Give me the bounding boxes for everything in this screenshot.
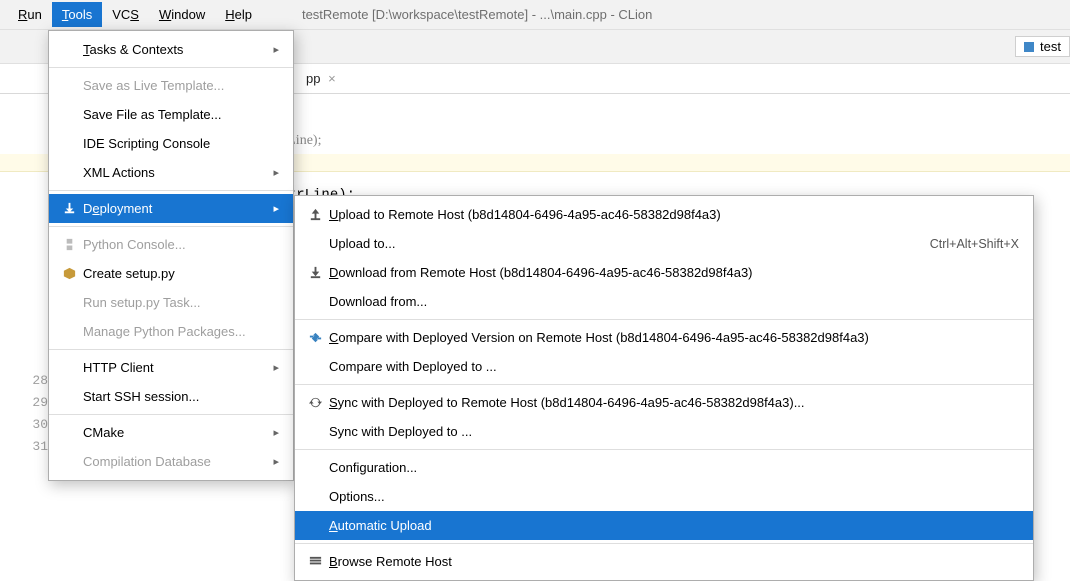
compare-icon [305, 330, 325, 345]
menu-vcs[interactable]: VCS [102, 2, 149, 27]
menu-sync-to[interactable]: Sync with Deployed to ... [295, 417, 1033, 446]
close-icon[interactable]: × [328, 71, 336, 86]
download-icon [305, 265, 325, 280]
menu-automatic-upload[interactable]: Automatic Upload [295, 511, 1033, 540]
menu-save-live-template[interactable]: Save as Live Template... [49, 71, 293, 100]
app-icon [1024, 42, 1034, 52]
menu-run-setup-py[interactable]: Run setup.py Task... [49, 288, 293, 317]
menu-python-console[interactable]: Python Console... [49, 230, 293, 259]
menu-xml-actions[interactable]: XML Actions▸ [49, 158, 293, 187]
menu-upload-remote[interactable]: Upload to Remote Host (b8d14804-6496-4a9… [295, 200, 1033, 229]
sync-icon [305, 395, 325, 410]
menu-bar: Run Tools VCS Window Help testRemote [D:… [0, 0, 1070, 30]
menu-deployment[interactable]: Deployment▸ [49, 194, 293, 223]
menu-tools[interactable]: Tools [52, 2, 102, 27]
window-title: testRemote [D:\workspace\testRemote] - .… [302, 7, 652, 22]
menu-options[interactable]: Options... [295, 482, 1033, 511]
editor-tab[interactable]: pp × [300, 67, 342, 90]
menu-tasks-contexts[interactable]: Tasks & Contexts▸ [49, 35, 293, 64]
browse-icon [305, 554, 325, 569]
menu-compare-remote[interactable]: Compare with Deployed Version on Remote … [295, 323, 1033, 352]
upload-icon [305, 207, 325, 222]
gutter: 28 29 30 31 [22, 370, 48, 458]
python-pkg-icon [59, 266, 79, 281]
menu-run[interactable]: Run [8, 2, 52, 27]
menu-http-client[interactable]: HTTP Client▸ [49, 353, 293, 382]
menu-upload-to[interactable]: Upload to... Ctrl+Alt+Shift+X [295, 229, 1033, 258]
menu-browse-remote[interactable]: Browse Remote Host [295, 547, 1033, 576]
menu-compilation-db[interactable]: Compilation Database▸ [49, 447, 293, 476]
menu-cmake[interactable]: CMake▸ [49, 418, 293, 447]
menu-download-remote[interactable]: Download from Remote Host (b8d14804-6496… [295, 258, 1033, 287]
python-icon [59, 237, 79, 252]
deployment-submenu: Upload to Remote Host (b8d14804-6496-4a9… [294, 195, 1034, 581]
menu-manage-packages[interactable]: Manage Python Packages... [49, 317, 293, 346]
menu-create-setup-py[interactable]: Create setup.py [49, 259, 293, 288]
menu-sync-remote[interactable]: Sync with Deployed to Remote Host (b8d14… [295, 388, 1033, 417]
menu-window[interactable]: Window [149, 2, 215, 27]
run-config-selector[interactable]: test [1015, 36, 1070, 57]
menu-configuration[interactable]: Configuration... [295, 453, 1033, 482]
menu-help[interactable]: Help [215, 2, 262, 27]
menu-compare-to[interactable]: Compare with Deployed to ... [295, 352, 1033, 381]
menu-start-ssh[interactable]: Start SSH session... [49, 382, 293, 411]
menu-download-from[interactable]: Download from... [295, 287, 1033, 316]
menu-ide-scripting[interactable]: IDE Scripting Console [49, 129, 293, 158]
run-config-label: test [1040, 39, 1061, 54]
tools-dropdown: Tasks & Contexts▸ Save as Live Template.… [48, 30, 294, 481]
deploy-icon [59, 201, 79, 216]
menu-save-file-template[interactable]: Save File as Template... [49, 100, 293, 129]
